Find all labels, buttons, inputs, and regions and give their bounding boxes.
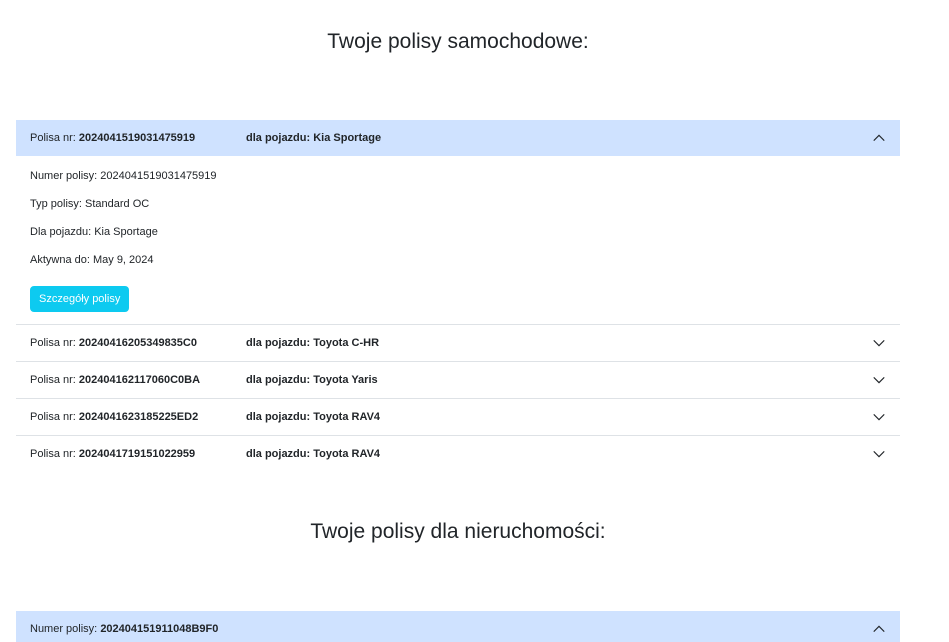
policy-number-label: Numer polisy: [30, 623, 98, 635]
auto-policy-header-open[interactable]: Polisa nr: 2024041519031475919 dla pojaz… [16, 120, 900, 156]
auto-policy-body: Numer polisy: 2024041519031475919 Typ po… [16, 156, 900, 324]
chevron-down-icon[interactable] [872, 336, 886, 350]
detail-policy-number: Numer polisy: 2024041519031475919 [30, 170, 217, 182]
policy-number: Polisa nr: 20240416205349835C0 [30, 337, 246, 349]
detail-active-until: Aktywna do: May 9, 2024 [30, 254, 154, 266]
policy-number-label: Polisa nr: [30, 132, 76, 144]
policy-number-value: 20240416205349835C0 [78, 337, 197, 349]
detail-vehicle: Dla pojazdu: Kia Sportage [30, 226, 158, 238]
policy-number-value: 2024041719151022959 [78, 448, 196, 460]
auto-policies-accordion: Polisa nr: 2024041519031475919 dla pojaz… [16, 120, 900, 472]
policy-number-value: 202404162117060C0BA [78, 374, 201, 386]
property-policy-header-open[interactable]: Numer polisy: 202404151911048B9F0 [16, 611, 900, 642]
chevron-down-icon[interactable] [872, 373, 886, 387]
page: Twoje polisy samochodowe: Polisa nr: 202… [0, 0, 949, 642]
policy-number-value: 2024041519031475919 [78, 132, 196, 144]
auto-policy-header[interactable]: Polisa nr: 20240416205349835C0 dla pojaz… [16, 324, 900, 361]
policy-number-label: Polisa nr: [30, 337, 76, 349]
policy-number-label: Polisa nr: [30, 448, 76, 460]
policy-details-button[interactable]: Szczegóły polisy [30, 286, 130, 312]
chevron-down-icon[interactable] [872, 447, 886, 461]
chevron-up-icon[interactable] [872, 622, 886, 636]
auto-policy-header[interactable]: Polisa nr: 202404162117060C0BA dla pojaz… [16, 361, 900, 398]
policy-number: Numer polisy: 202404151911048B9F0 [30, 623, 246, 635]
policy-number-label: Polisa nr: [30, 374, 76, 386]
auto-policy-header[interactable]: Polisa nr: 2024041719151022959 dla pojaz… [16, 435, 900, 472]
policy-number-value: 2024041623185225ED2 [78, 411, 199, 423]
property-policies-title: Twoje polisy dla nieruchomości: [310, 520, 606, 543]
auto-policy-header[interactable]: Polisa nr: 2024041623185225ED2 dla pojaz… [16, 398, 900, 435]
policy-vehicle: dla pojazdu: Toyota RAV4 [246, 448, 381, 460]
policy-vehicle: dla pojazdu: Kia Sportage [246, 132, 382, 144]
chevron-up-icon[interactable] [872, 131, 886, 145]
chevron-down-icon[interactable] [872, 410, 886, 424]
policy-vehicle: dla pojazdu: Toyota C-HR [246, 337, 380, 349]
detail-policy-type: Typ polisy: Standard OC [30, 198, 150, 210]
policy-number: Polisa nr: 202404162117060C0BA [30, 374, 246, 386]
property-policies-accordion: Numer polisy: 202404151911048B9F0 [16, 611, 900, 642]
policy-number-label: Polisa nr: [30, 411, 76, 423]
policy-number: Polisa nr: 2024041623185225ED2 [30, 411, 246, 423]
auto-policies-title: Twoje polisy samochodowe: [327, 30, 589, 53]
policy-vehicle: dla pojazdu: Toyota Yaris [246, 374, 378, 386]
policy-vehicle: dla pojazdu: Toyota RAV4 [246, 411, 381, 423]
policy-number: Polisa nr: 2024041719151022959 [30, 448, 246, 460]
policy-number-value: 202404151911048B9F0 [100, 623, 219, 635]
policy-number: Polisa nr: 2024041519031475919 [30, 132, 246, 144]
